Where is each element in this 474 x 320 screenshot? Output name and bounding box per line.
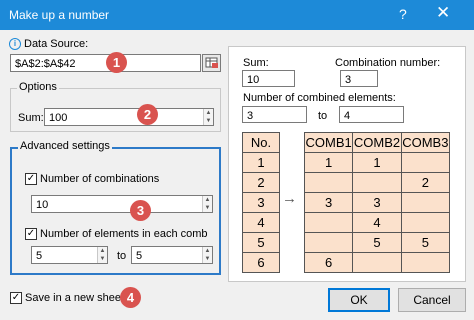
num-elements-label: Number of elements in each comb — [40, 228, 208, 240]
comb-cell — [400, 192, 451, 213]
comb-cell — [352, 172, 402, 193]
num-combinations-value: 10 — [36, 199, 49, 211]
sum-label: Sum: — [18, 112, 44, 124]
comb-cell — [352, 252, 402, 273]
sum-value: 100 — [49, 112, 68, 124]
source-cell: 2 — [242, 172, 280, 193]
data-source-label: Data Source: — [24, 38, 89, 50]
comb-header: COMB1 — [303, 132, 354, 153]
window-title: Make up a number — [9, 8, 110, 22]
comb-cell — [400, 212, 451, 233]
source-header: No. — [242, 132, 280, 153]
source-cell: 6 — [242, 252, 280, 273]
preview-to-label: to — [318, 110, 328, 122]
comb-cell: 1 — [303, 152, 354, 173]
comb-cell: 1 — [352, 152, 402, 173]
num-elements-checkbox[interactable]: ✓ — [25, 228, 37, 240]
callout-badge-2: 2 — [137, 104, 158, 125]
comb-cell — [400, 252, 451, 273]
arrow-icon: → — [282, 190, 297, 207]
comb-cell — [400, 152, 451, 173]
comb-header: COMB3 — [400, 132, 451, 153]
comb-cell: 4 — [352, 212, 402, 233]
callout-badge-1: 1 — [106, 52, 127, 73]
min-elements-value: 5 — [36, 250, 43, 262]
title-bar: Make up a number ? ✕ — [0, 0, 474, 30]
source-table: No. 1 2 3 4 5 6 — [242, 132, 280, 273]
num-combinations-checkbox[interactable]: ✓ — [25, 173, 37, 185]
source-cell: 1 — [242, 152, 280, 173]
to-label: to — [117, 250, 127, 262]
callout-badge-4: 4 — [120, 287, 141, 308]
source-cell: 3 — [242, 192, 280, 213]
options-legend: Options — [17, 81, 59, 93]
min-elements-spinner[interactable]: ▲ ▼ — [97, 247, 107, 263]
callout-badge-3: 3 — [130, 200, 151, 221]
advanced-settings-legend: Advanced settings — [18, 140, 112, 152]
combinations-table: COMB1 COMB2 COMB3 1 1 2 3 3 4 5 5 6 — [303, 132, 451, 273]
max-elements-value: 5 — [136, 250, 143, 262]
sum-input[interactable]: 100 — [44, 108, 214, 126]
preview-combined-elements-label: Number of combined elements: — [243, 92, 396, 104]
preview-combination-number-input: 3 — [340, 70, 378, 87]
comb-cell: 3 — [352, 192, 402, 213]
preview-sum-label: Sum: — [243, 57, 269, 69]
source-cell: 5 — [242, 232, 280, 253]
num-combinations-label: Number of combinations — [40, 173, 160, 185]
max-elements-spinner[interactable]: ▲ ▼ — [202, 247, 212, 263]
help-button[interactable]: ? — [399, 6, 407, 22]
preview-sum-input: 10 — [242, 70, 295, 87]
comb-header: COMB2 — [352, 132, 402, 153]
range-select-button[interactable] — [202, 54, 221, 72]
preview-max-input: 4 — [339, 106, 404, 123]
save-new-sheet-label: Save in a new sheet — [25, 292, 125, 304]
comb-cell: 5 — [400, 232, 451, 253]
sum-spinner[interactable]: ▲ ▼ — [203, 109, 213, 125]
comb-cell: 6 — [303, 252, 354, 273]
close-button[interactable]: ✕ — [436, 4, 450, 21]
info-icon: i — [9, 38, 21, 50]
preview-min-input: 3 — [242, 106, 307, 123]
comb-cell — [303, 232, 354, 253]
range-select-icon — [205, 57, 218, 68]
save-new-sheet-checkbox[interactable]: ✓ — [10, 292, 22, 304]
preview-combination-number-label: Combination number: — [335, 57, 441, 69]
comb-cell: 3 — [303, 192, 354, 213]
comb-cell: 5 — [352, 232, 402, 253]
comb-cell: 2 — [400, 172, 451, 193]
num-combinations-spinner[interactable]: ▲ ▼ — [202, 196, 212, 212]
num-combinations-input[interactable]: 10 — [31, 195, 213, 213]
ok-button[interactable]: OK — [328, 288, 390, 312]
comb-cell — [303, 172, 354, 193]
comb-cell — [303, 212, 354, 233]
source-cell: 4 — [242, 212, 280, 233]
cancel-button[interactable]: Cancel — [398, 288, 466, 312]
max-elements-input[interactable]: 5 — [131, 246, 213, 264]
